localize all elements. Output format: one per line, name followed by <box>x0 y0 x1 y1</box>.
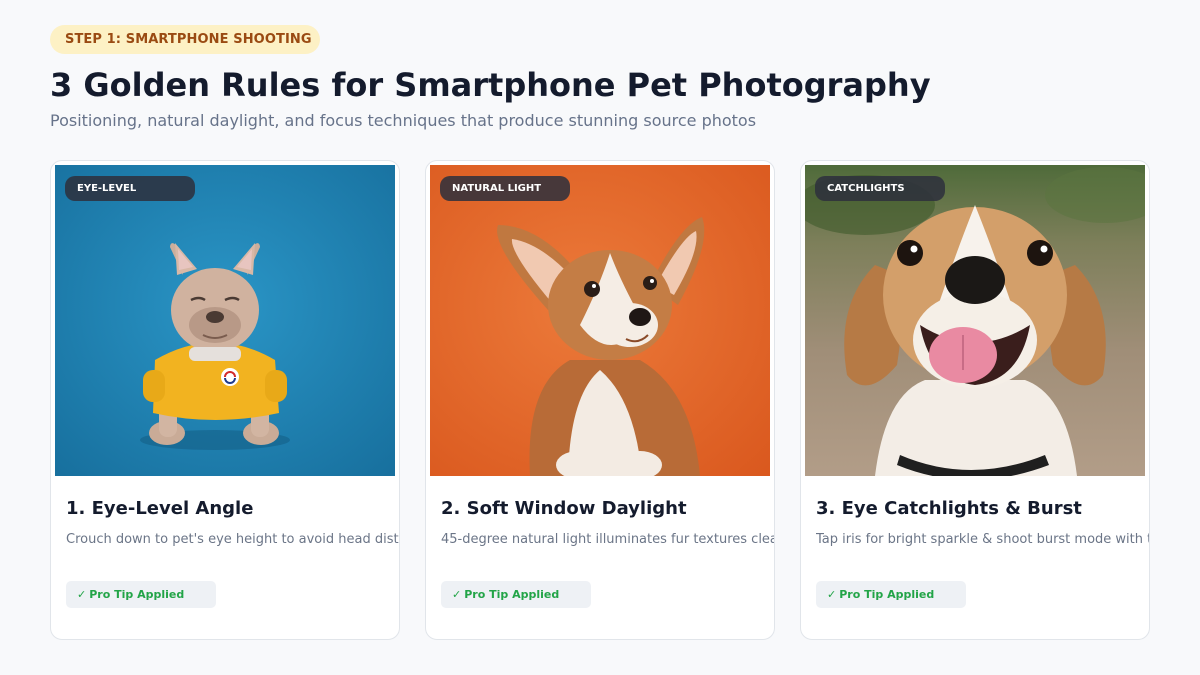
step-badge: STEP 1: SMARTPHONE SHOOTING <box>50 25 320 54</box>
pro-tip-label: Pro Tip Applied <box>839 588 935 601</box>
rule-card-natural-light: NATURAL LIGHT 2. Soft Window Daylight 45… <box>425 160 775 640</box>
pro-tip-badge: ✓ Pro Tip Applied <box>441 581 591 608</box>
pro-tip-badge: ✓ Pro Tip Applied <box>66 581 216 608</box>
page-subtitle: Positioning, natural daylight, and focus… <box>50 111 757 130</box>
card-description: 45-degree natural light illuminates fur … <box>441 532 774 547</box>
card-photo-beagle: CATCHLIGHTS <box>805 165 1145 476</box>
photo-tag: NATURAL LIGHT <box>440 176 570 201</box>
card-title: 3. Eye Catchlights & Burst <box>816 498 1082 519</box>
card-title: 1. Eye-Level Angle <box>66 498 254 519</box>
page-title: 3 Golden Rules for Smartphone Pet Photog… <box>50 66 931 104</box>
card-title: 2. Soft Window Daylight <box>441 498 687 519</box>
rule-card-eye-level: EYE-LEVEL 1. Eye-Level Angle Crouch down… <box>50 160 400 640</box>
check-icon: ✓ <box>827 588 837 601</box>
card-description: Tap iris for bright sparkle & shoot burs… <box>816 532 1149 547</box>
pro-tip-label: Pro Tip Applied <box>89 588 185 601</box>
check-icon: ✓ <box>452 588 462 601</box>
card-photo-corgi-puppy: NATURAL LIGHT <box>430 165 770 476</box>
pro-tip-badge: ✓ Pro Tip Applied <box>816 581 966 608</box>
pro-tip-label: Pro Tip Applied <box>464 588 560 601</box>
check-icon: ✓ <box>77 588 87 601</box>
card-photo-french-bulldog: EYE-LEVEL <box>55 165 395 476</box>
card-description: Crouch down to pet's eye height to avoid… <box>66 532 399 547</box>
photo-tag: EYE-LEVEL <box>65 176 195 201</box>
photo-tag: CATCHLIGHTS <box>815 176 945 201</box>
rule-card-catchlights: CATCHLIGHTS 3. Eye Catchlights & Burst T… <box>800 160 1150 640</box>
